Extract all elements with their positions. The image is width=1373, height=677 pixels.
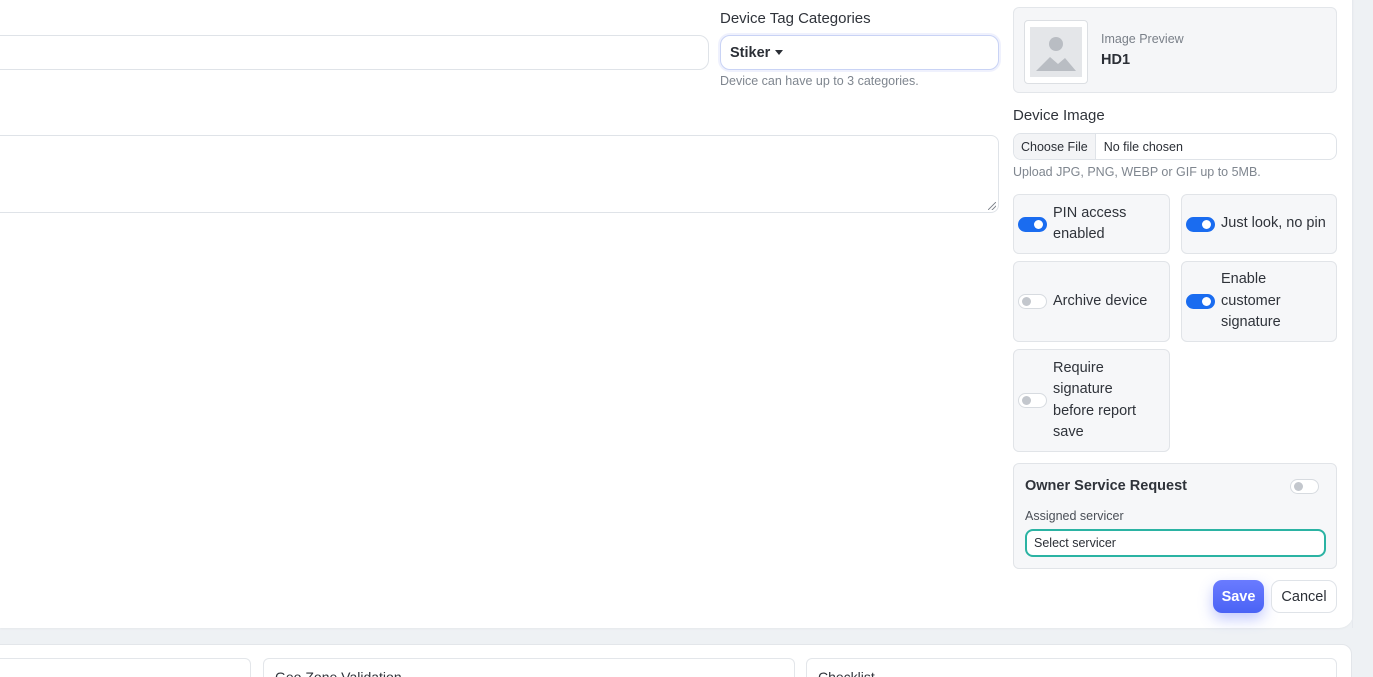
checklist-title: Checklist [818,669,875,677]
owner-service-toggle[interactable] [1290,479,1319,494]
geo-zone-title: Geo Zone Validation [275,669,402,677]
device-image-hint: Upload JPG, PNG, WEBP or GIF up to 5MB. [1013,165,1261,179]
image-placeholder-icon [1024,20,1088,84]
bottom-panel-left [0,658,251,677]
checklist-panel: Checklist [806,658,1337,677]
customer-signature-card[interactable]: Enable customer signature [1181,261,1337,342]
servicer-select[interactable]: Select servicer [1025,529,1326,557]
customer-signature-toggle[interactable] [1186,294,1215,309]
caret-down-icon [775,50,784,55]
archive-card[interactable]: Archive device [1013,261,1170,342]
tag-categories-selected: Stiker [730,44,771,61]
pin-access-label: PIN access enabled [1053,204,1127,243]
device-image-file-input[interactable]: Choose File No file chosen [1013,133,1337,160]
device-image-label: Device Image [1013,107,1105,124]
pin-access-toggle[interactable] [1018,216,1047,232]
require-signature-card[interactable]: Require signature before report save [1013,349,1170,452]
divider [1352,0,1353,628]
just-look-label: Just look, no pin [1221,215,1326,232]
geo-zone-panel: Geo Zone Validation [263,658,795,677]
require-signature-label: Require signature before report save [1053,359,1137,441]
image-preview-name: HD1 [1101,52,1131,68]
tag-categories-hint: Device can have up to 3 categories. [720,74,919,88]
just-look-card[interactable]: Just look, no pin [1181,194,1337,254]
device-description-textarea[interactable] [0,135,999,213]
tag-categories-label: Device Tag Categories [720,10,871,27]
pin-access-card[interactable]: PIN access enabled [1013,194,1170,254]
customer-signature-label: Enable customer signature [1221,271,1281,331]
tag-categories-dropdown[interactable]: Stiker [720,35,999,70]
owner-service-title: Owner Service Request [1025,478,1187,494]
image-preview-panel: Image Preview HD1 [1013,7,1337,93]
image-preview-caption: Image Preview [1101,32,1184,46]
assigned-servicer-label: Assigned servicer [1025,509,1124,523]
require-signature-toggle[interactable] [1018,393,1047,408]
cancel-button[interactable]: Cancel [1271,580,1337,613]
archive-label: Archive device [1053,292,1148,309]
resize-handle-icon[interactable] [988,202,996,210]
servicer-select-value: Select servicer [1034,536,1116,550]
just-look-toggle[interactable] [1186,216,1215,232]
owner-service-panel: Owner Service Request Assigned servicer … [1013,463,1337,569]
save-button[interactable]: Save [1213,580,1264,613]
choose-file-button[interactable]: Choose File [1014,134,1096,159]
file-status-text: No file chosen [1103,139,1183,154]
archive-toggle[interactable] [1018,294,1047,309]
device-name-input[interactable] [0,35,709,70]
